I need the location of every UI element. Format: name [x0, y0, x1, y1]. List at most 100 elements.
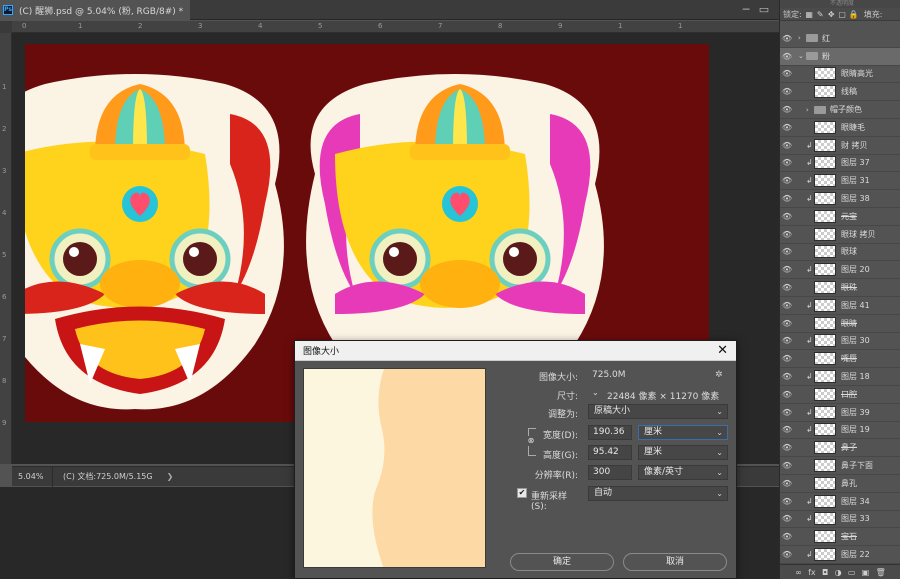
close-icon[interactable]: ✕ — [717, 344, 728, 358]
lock-artboard-icon[interactable]: ▢ — [838, 10, 847, 19]
visibility-eye-icon[interactable]: 👁 — [780, 497, 794, 506]
layer-thumbnail[interactable] — [814, 334, 836, 348]
layer-thumbnail[interactable] — [814, 441, 836, 455]
layer-row[interactable]: 👁 ↲ 财 拷贝 — [780, 137, 900, 155]
layer-group-row[interactable]: 👁 ⌄ 粉 — [780, 47, 900, 66]
adjustment-layer-icon[interactable]: ◑ — [835, 568, 842, 577]
chevron-right-icon[interactable]: › — [806, 106, 814, 114]
resolution-field[interactable]: 300 — [588, 465, 632, 480]
visibility-eye-icon[interactable]: 👁 — [780, 514, 794, 523]
visibility-eye-icon[interactable]: 👁 — [780, 52, 794, 61]
visibility-eye-icon[interactable]: 👁 — [780, 123, 794, 132]
dimensions-toggle-icon[interactable]: ⌄ — [592, 388, 599, 397]
layer-group-row[interactable]: 👁 › 帽子颜色 — [780, 101, 900, 119]
ok-button[interactable]: 确定 — [510, 553, 614, 571]
layer-row[interactable]: 👁 鼻子 — [780, 439, 900, 458]
visibility-eye-icon[interactable]: 👁 — [780, 390, 794, 399]
height-unit-select[interactable]: 厘米 ⌄ — [638, 445, 728, 460]
layer-row[interactable]: 👁 ↲ 图层 19 — [780, 422, 900, 440]
layer-row[interactable]: 👁 ↲ 图层 38 — [780, 190, 900, 208]
visibility-eye-icon[interactable]: 👁 — [780, 212, 794, 221]
layer-thumbnail[interactable] — [814, 405, 836, 419]
layer-thumbnail[interactable] — [814, 120, 836, 134]
new-group-icon[interactable]: ▭ — [848, 568, 856, 577]
layer-thumbnail[interactable] — [814, 298, 836, 312]
layer-thumbnail[interactable] — [814, 245, 836, 259]
layer-row[interactable]: 👁 眼珠 — [780, 279, 900, 297]
layer-row[interactable]: 👁 眼睛 — [780, 315, 900, 333]
layer-row[interactable]: 👁 ↲ 图层 18 — [780, 368, 900, 386]
layer-thumbnail[interactable] — [814, 263, 836, 277]
layer-row[interactable]: 👁 眼睫毛 — [780, 119, 900, 137]
layer-row[interactable]: 👁 鼻孔 — [780, 475, 900, 493]
layer-thumbnail[interactable] — [814, 281, 836, 295]
restore-icon[interactable]: ▭ — [757, 3, 771, 17]
add-mask-icon[interactable]: ◘ — [822, 568, 828, 577]
document-tab[interactable]: Ps (C) 醒狮.psd @ 5.04% (粉, RGB/8#) * — [0, 0, 190, 20]
layer-row[interactable]: 👁 ↲ 图层 31 — [780, 172, 900, 191]
layer-row[interactable]: 👁 ↲ 图层 41 — [780, 297, 900, 315]
layer-thumbnail[interactable] — [814, 85, 836, 99]
visibility-eye-icon[interactable]: 👁 — [780, 354, 794, 363]
minimize-icon[interactable]: ─ — [739, 3, 753, 17]
status-menu-arrow-icon[interactable]: ❯ — [167, 472, 174, 481]
layer-thumbnail[interactable] — [814, 209, 836, 223]
layer-group-row[interactable]: 👁 › 红 — [780, 30, 900, 48]
visibility-eye-icon[interactable]: 👁 — [780, 461, 794, 470]
layer-thumbnail[interactable] — [814, 530, 836, 544]
visibility-eye-icon[interactable]: 👁 — [780, 372, 794, 381]
visibility-eye-icon[interactable]: 👁 — [780, 336, 794, 345]
layer-thumbnail[interactable] — [814, 548, 836, 561]
layer-row[interactable]: 👁 眼球 拷贝 — [780, 226, 900, 244]
layer-thumbnail[interactable] — [814, 316, 836, 330]
cancel-button[interactable]: 取消 — [623, 553, 727, 571]
visibility-eye-icon[interactable]: 👁 — [780, 550, 794, 559]
layer-thumbnail[interactable] — [814, 352, 836, 366]
width-unit-select[interactable]: 厘米 ⌄ — [638, 425, 728, 440]
layer-row[interactable]: 👁 鼻子下面 — [780, 457, 900, 475]
layer-row[interactable]: 👁 口腔 — [780, 386, 900, 404]
layer-thumbnail[interactable] — [814, 423, 836, 437]
layer-row[interactable]: 👁 线稿 — [780, 83, 900, 102]
visibility-eye-icon[interactable]: 👁 — [780, 158, 794, 167]
layer-row[interactable]: 👁 ↲ 图层 34 — [780, 493, 900, 511]
lock-image-icon[interactable]: ✎ — [816, 10, 825, 19]
fx-icon[interactable]: fx — [808, 568, 816, 577]
layer-thumbnail[interactable] — [814, 174, 836, 188]
visibility-eye-icon[interactable]: 👁 — [780, 301, 794, 310]
layer-row[interactable]: 👁 ↲ 图层 39 — [780, 404, 900, 422]
layer-thumbnail[interactable] — [814, 156, 836, 170]
trash-icon[interactable]: 🗑 — [876, 568, 886, 577]
document-info[interactable]: (C) 文档:725.0M/5.15G — [52, 466, 153, 487]
height-field[interactable]: 95.42 — [588, 445, 632, 460]
visibility-eye-icon[interactable]: 👁 — [780, 176, 794, 185]
layer-row[interactable]: 👁 ↲ 图层 22 — [780, 546, 900, 564]
chevron-down-icon[interactable]: ⌄ — [798, 52, 806, 60]
resample-checkbox[interactable]: ✔ — [517, 488, 527, 498]
visibility-eye-icon[interactable]: 👁 — [780, 247, 794, 256]
layer-thumbnail[interactable] — [814, 192, 836, 206]
visibility-eye-icon[interactable]: 👁 — [780, 532, 794, 541]
lock-all-icon[interactable]: 🔒 — [849, 10, 859, 19]
layer-thumbnail[interactable] — [814, 67, 836, 81]
visibility-eye-icon[interactable]: 👁 — [780, 319, 794, 328]
layer-row[interactable]: 👁 ↲ 图层 37 — [780, 155, 900, 173]
image-preview[interactable] — [303, 368, 486, 568]
layer-row[interactable]: 👁 元宝 — [780, 208, 900, 226]
resample-select[interactable]: 自动 ⌄ — [588, 486, 728, 501]
layer-row[interactable]: 👁 ↲ 图层 20 — [780, 261, 900, 280]
resolution-unit-select[interactable]: 像素/英寸 ⌄ — [638, 465, 728, 480]
layer-row[interactable]: 👁 嘴唇 — [780, 350, 900, 369]
lock-transparent-icon[interactable]: ▦ — [805, 10, 814, 19]
layer-thumbnail[interactable] — [814, 138, 836, 152]
lock-position-icon[interactable]: ✥ — [827, 10, 836, 19]
visibility-eye-icon[interactable]: 👁 — [780, 230, 794, 239]
visibility-eye-icon[interactable]: 👁 — [780, 69, 794, 78]
layer-row[interactable]: 👁 眼睛高光 — [780, 66, 900, 84]
visibility-eye-icon[interactable]: 👁 — [780, 443, 794, 452]
visibility-eye-icon[interactable]: 👁 — [780, 141, 794, 150]
width-field[interactable]: 190.36 — [588, 425, 632, 440]
settings-gear-icon[interactable]: ✲ — [715, 370, 723, 380]
layer-thumbnail[interactable] — [814, 512, 836, 526]
fit-to-select[interactable]: 原稿大小 ⌄ — [588, 404, 728, 419]
